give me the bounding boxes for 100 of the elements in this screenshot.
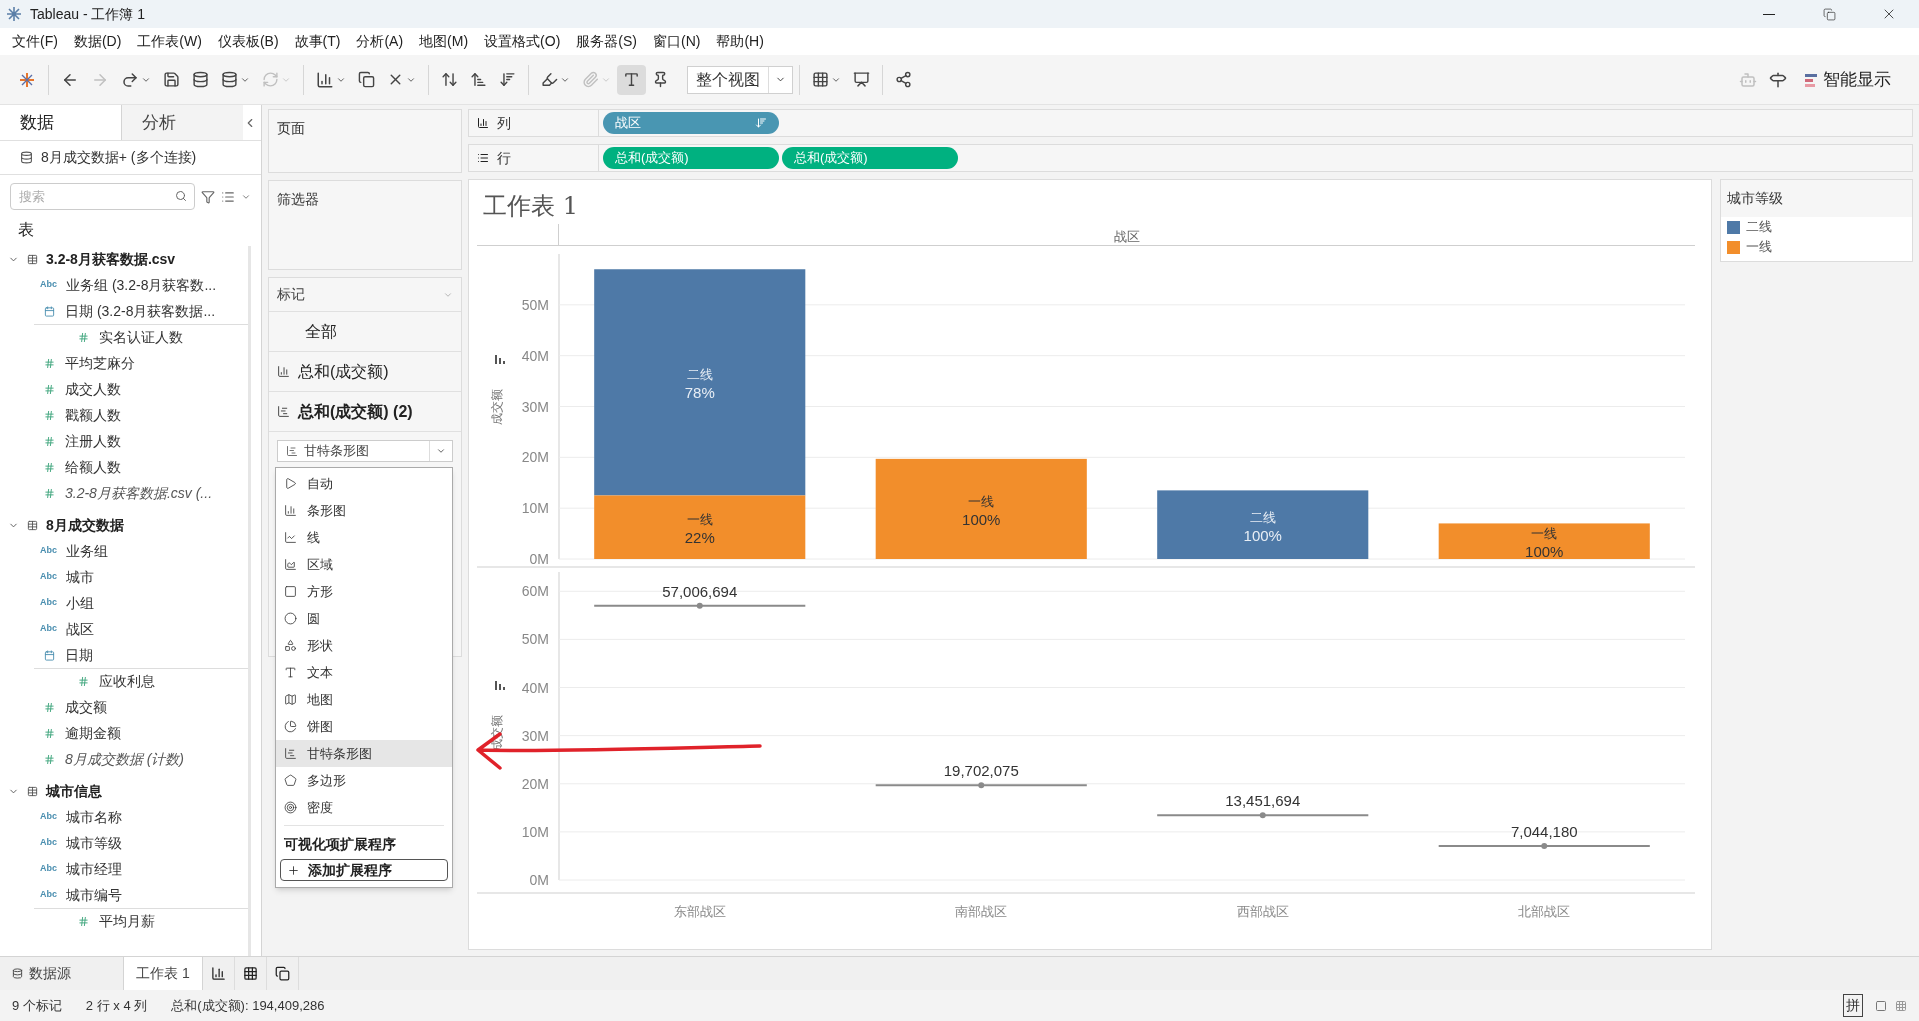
segment-label: 一线 — [1531, 526, 1558, 542]
menu-item[interactable]: 自动 — [276, 470, 452, 497]
axis-tick-label: 40M — [521, 347, 549, 364]
field-name[interactable]: 戳额人数 — [65, 404, 121, 426]
menu-item[interactable]: 窗口(N) — [645, 31, 709, 52]
connection-name: 8月成交数据+ (多个连接) — [41, 148, 197, 167]
segment-value: 100% — [1243, 526, 1282, 544]
add-extension-button[interactable]: 添加扩展程序 — [280, 859, 448, 881]
category-label: 南部战区 — [955, 904, 1008, 919]
card-title: 标记 — [277, 285, 305, 304]
value-label: 19,702,075 — [943, 762, 1019, 780]
pane-tab[interactable]: 分析 — [121, 105, 243, 140]
search-field[interactable]: 搜索 — [10, 183, 195, 210]
field-name[interactable]: 逾期金额 — [65, 722, 121, 744]
menu-item[interactable]: 甘特条形图 — [276, 740, 452, 767]
segment-label: 二线 — [1249, 509, 1276, 525]
shelf-title: 筛选器 — [277, 191, 319, 207]
menu-item[interactable]: 设置格式(O) — [476, 31, 569, 52]
category-label: 东部战区 — [673, 904, 726, 919]
field-name[interactable]: 城市编号 — [66, 884, 122, 906]
type-label: Abc — [40, 570, 58, 584]
axis-tick-label: 0M — [529, 872, 549, 888]
field-name[interactable]: 城市经理 — [66, 858, 122, 880]
segment-label: 一线 — [686, 512, 713, 528]
menu-item[interactable]: 工作表(W) — [129, 31, 210, 52]
field-name[interactable]: 实名认证人数 — [99, 327, 183, 348]
category-label: 北部战区 — [1518, 904, 1571, 919]
table-name[interactable]: 3.2-8月获客数据.csv — [46, 248, 176, 270]
marks-layer-tab[interactable]: 总和(成交额) — [269, 352, 461, 392]
segment-label: 二线 — [686, 367, 713, 383]
type-label: Abc — [40, 596, 58, 610]
axis-tick-label: 10M — [521, 823, 549, 840]
mark-type-dropdown[interactable]: 甘特条形图 — [277, 440, 453, 462]
value-label: 7,044,180 — [1510, 823, 1578, 841]
field-name[interactable]: 城市等级 — [66, 832, 122, 854]
menu-item[interactable]: 文本 — [276, 659, 452, 686]
menu-item[interactable]: 地图 — [276, 686, 452, 713]
data-source-tab[interactable]: 数据源 — [0, 957, 83, 990]
menu-item[interactable]: 帮助(H) — [708, 31, 772, 52]
field-name[interactable]: 战区 — [66, 618, 94, 640]
field-name[interactable]: 8月成交数据 (计数) — [65, 748, 184, 770]
menu-item[interactable]: 饼图 — [276, 713, 452, 740]
shelf-title: 页面 — [277, 120, 305, 136]
type-label: Abc — [40, 810, 58, 824]
field-name[interactable]: 成交人数 — [65, 378, 121, 400]
legend-title: 城市等级 — [1721, 180, 1912, 217]
field-name[interactable]: 平均芝麻分 — [65, 352, 135, 374]
legend-label: 一线 — [1746, 238, 1772, 257]
table-name[interactable]: 城市信息 — [46, 780, 102, 802]
menu-item[interactable]: 区域 — [276, 551, 452, 578]
axis-tick-label: 20M — [521, 775, 549, 792]
legend-label: 二线 — [1746, 218, 1772, 237]
show-me-button[interactable]: 智能显示 — [1805, 66, 1891, 93]
status-text: 9 个标记 — [11, 996, 63, 1015]
field-name[interactable]: 成交额 — [65, 696, 107, 718]
field-name[interactable]: 小组 — [66, 592, 94, 614]
menu-item[interactable]: 数据(D) — [65, 31, 130, 52]
field-name[interactable]: 城市名称 — [66, 806, 122, 828]
menu-item[interactable]: 故事(T) — [286, 31, 349, 52]
field-name[interactable]: 日期 — [65, 644, 93, 666]
axis-tick-label: 60M — [521, 583, 549, 600]
menu-item[interactable]: 仪表板(B) — [209, 31, 287, 52]
marks-layer-tab[interactable]: 总和(成交额) (2) — [269, 392, 461, 432]
field-name[interactable]: 注册人数 — [65, 430, 121, 452]
section-heading: 表 — [17, 220, 35, 240]
category-label: 西部战区 — [1236, 904, 1289, 919]
marks-layer-tab[interactable]: 全部 — [269, 312, 461, 352]
fit-dropdown[interactable]: 整个视图 — [687, 65, 793, 94]
field-name[interactable]: 日期 (3.2-8月获客数据... — [65, 300, 216, 322]
menu-item[interactable]: 方形 — [276, 578, 452, 605]
sheet-tab[interactable]: 工作表 1 — [123, 957, 203, 990]
menu-item[interactable]: 文件(F) — [4, 31, 66, 52]
menu-item[interactable]: 线 — [276, 524, 452, 551]
axis-tick-label: 40M — [521, 679, 549, 696]
table-name[interactable]: 8月成交数据 — [46, 514, 124, 536]
field-name[interactable]: 3.2-8月获客数据.csv (... — [65, 482, 213, 504]
ime-indicator[interactable]: 拼 — [1843, 994, 1863, 1017]
axis-tick-label: 10M — [521, 500, 549, 517]
field-name[interactable]: 给额人数 — [65, 456, 121, 478]
type-label: Abc — [40, 544, 58, 558]
menu-item[interactable]: 分析(A) — [348, 31, 412, 52]
menu-item[interactable]: 地图(M) — [411, 31, 477, 52]
menu-item[interactable]: 服务器(S) — [568, 31, 645, 52]
field-name[interactable]: 应收利息 — [99, 671, 155, 692]
status-text: 总和(成交额): 194,409,286 — [170, 996, 326, 1015]
axis-tick-label: 50M — [521, 631, 549, 648]
field-name[interactable]: 城市 — [66, 566, 94, 588]
field-name[interactable]: 业务组 — [66, 540, 108, 562]
menu-item[interactable]: 圆 — [276, 605, 452, 632]
axis-tick-label: 30M — [521, 727, 549, 744]
column-header: 战区 — [1113, 228, 1141, 245]
menu-item[interactable]: 条形图 — [276, 497, 452, 524]
menu-item[interactable]: 多边形 — [276, 767, 452, 794]
window-title: Tableau - 工作簿 1 — [30, 4, 146, 24]
menu-item[interactable]: 形状 — [276, 632, 452, 659]
menu-item[interactable]: 密度 — [276, 794, 452, 821]
segment-value: 100% — [962, 510, 1001, 528]
field-name[interactable]: 业务组 (3.2-8月获客数... — [66, 274, 217, 296]
field-name[interactable]: 平均月薪 — [99, 911, 155, 932]
type-label: Abc — [40, 278, 58, 292]
